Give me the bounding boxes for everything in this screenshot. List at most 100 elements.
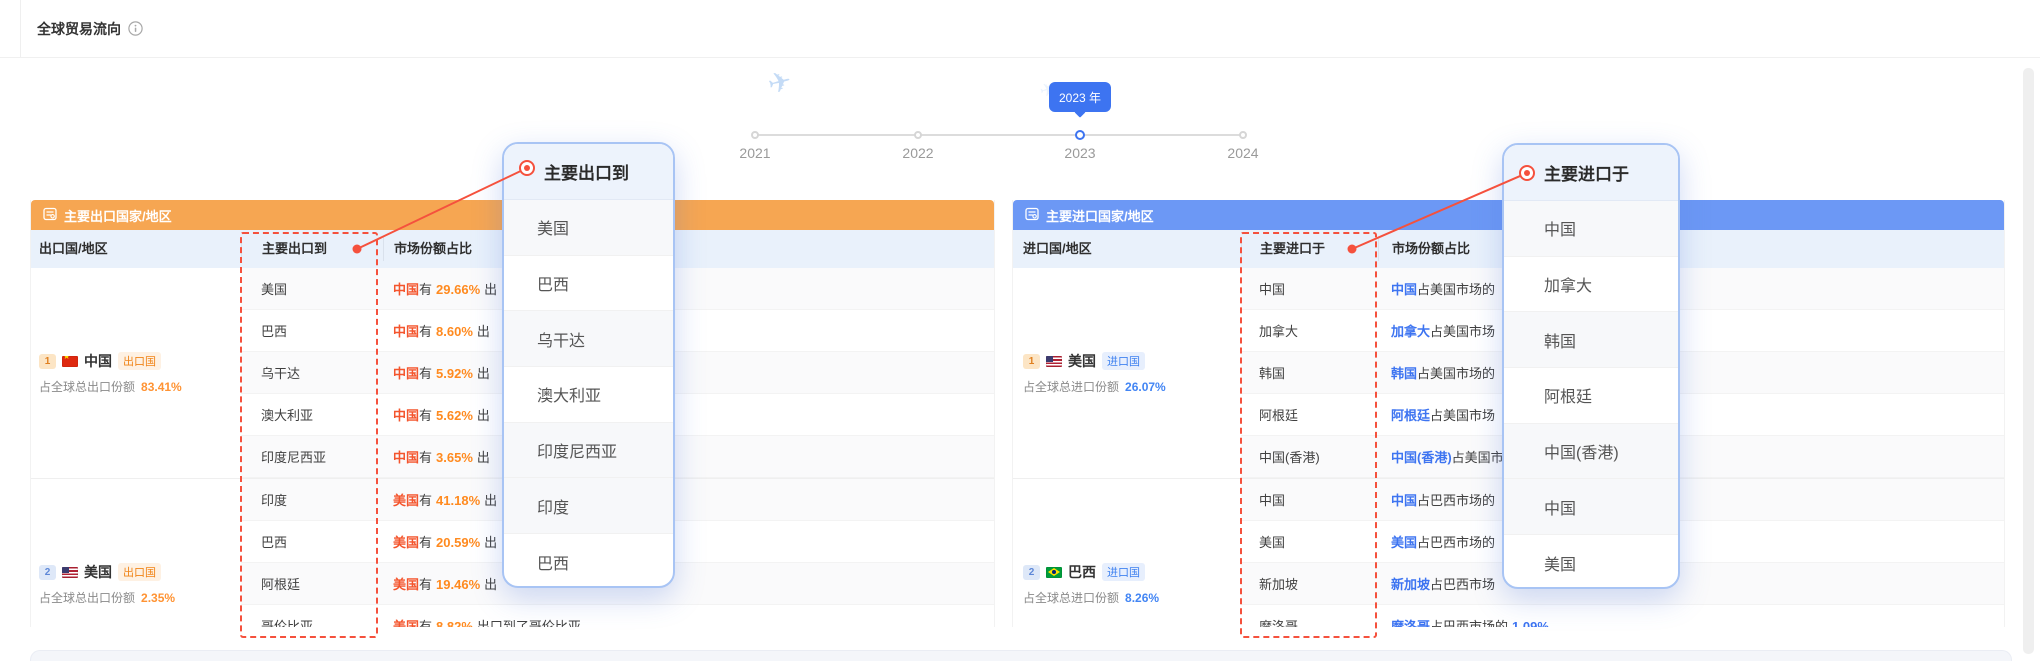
- global-share: 占全球总出口份额83.41%: [39, 378, 241, 395]
- share-cell: 韩国占美国市场的: [1378, 363, 2004, 382]
- rank-badge: 2: [1023, 565, 1040, 580]
- popup-item[interactable]: 美国: [1504, 535, 1678, 589]
- dest-cell: 阿根廷: [241, 574, 383, 593]
- col-header-market-share: 市场份额占比: [1378, 237, 2004, 261]
- next-panel-edge: [30, 650, 2012, 661]
- timeline-dot-2024[interactable]: [1239, 131, 1247, 139]
- share-cell: 中国占美国市场的: [1378, 279, 2004, 298]
- dest-cell: 乌干达: [241, 363, 383, 382]
- import-from-popup[interactable]: 主要进口于 中国 加拿大 韩国 阿根廷 中国(香港) 中国 美国: [1502, 143, 1680, 589]
- panel-left-divider: [20, 0, 21, 57]
- col-header-importer: 进口国/地区: [1013, 237, 1241, 261]
- src-cell: 摩洛哥: [1241, 616, 1378, 627]
- export-to-popup[interactable]: 主要出口到 美国 巴西 乌干达 澳大利亚 印度尼西亚 印度 巴西: [502, 142, 675, 588]
- share-cell: 中国有5.62%出: [383, 405, 994, 424]
- popup-item[interactable]: 美国: [504, 200, 673, 256]
- role-tag: 出口国: [118, 563, 161, 581]
- dest-cell: 美国: [241, 279, 383, 298]
- callout-target-icon: [1519, 165, 1535, 181]
- popup-item[interactable]: 印度尼西亚: [504, 423, 673, 479]
- export-table-title: 主要出口国家/地区: [64, 206, 172, 225]
- popup-item[interactable]: 中国: [1504, 201, 1678, 257]
- role-tag: 进口国: [1102, 563, 1145, 581]
- dest-cell: 巴西: [241, 532, 383, 551]
- table-row: 哥伦比亚 美国有8.82%出口到了哥伦比亚: [241, 605, 994, 627]
- rank-badge: 1: [39, 354, 56, 369]
- share-cell: 美国有8.82%出口到了哥伦比亚: [383, 616, 994, 627]
- popup-item[interactable]: 韩国: [1504, 312, 1678, 368]
- country-name: 中国: [84, 351, 112, 371]
- dest-cell: 巴西: [241, 321, 383, 340]
- role-tag: 进口国: [1102, 352, 1145, 370]
- china-flag-icon: [62, 356, 78, 367]
- popup-item[interactable]: 中国: [1504, 479, 1678, 535]
- dest-cell: 哥伦比亚: [241, 616, 383, 627]
- dest-cell: 印度尼西亚: [241, 447, 383, 466]
- timeline-year-label[interactable]: 2021: [723, 145, 787, 161]
- country-name: 巴西: [1068, 562, 1096, 582]
- timeline-year-label[interactable]: 2023: [1048, 145, 1112, 161]
- table-row: 摩洛哥 摩洛哥占巴西市场的1.09%: [1241, 605, 2004, 627]
- page-title-text: 全球贸易流向: [37, 19, 121, 39]
- rank-badge: 2: [39, 565, 56, 580]
- role-tag: 出口国: [118, 352, 161, 370]
- timeline-track[interactable]: [755, 134, 1243, 136]
- global-share: 占全球总出口份额2.35%: [39, 589, 241, 606]
- form-icon: [1025, 207, 1039, 224]
- timeline-dot-2023-active[interactable]: [1075, 130, 1085, 140]
- popup-item[interactable]: 巴西: [504, 256, 673, 312]
- vertical-scrollbar[interactable]: [2023, 68, 2034, 654]
- share-cell: 新加坡占巴西市场: [1378, 574, 2004, 593]
- share-cell: 阿根廷占美国市场: [1378, 405, 2004, 424]
- share-cell: 美国有41.18%出: [383, 490, 994, 509]
- src-cell: 中国: [1241, 279, 1378, 298]
- share-cell: 美国占巴西市场的: [1378, 532, 2004, 551]
- import-table-title: 主要进口国家/地区: [1046, 206, 1154, 225]
- info-icon[interactable]: [128, 21, 143, 36]
- global-share: 占全球总进口份额8.26%: [1023, 589, 1241, 606]
- col-header-market-share: 市场份额占比: [383, 237, 994, 261]
- timeline-dot-2022[interactable]: [914, 131, 922, 139]
- popup-item[interactable]: 澳大利亚: [504, 367, 673, 423]
- dest-cell: 澳大利亚: [241, 405, 383, 424]
- share-cell: 中国占巴西市场的: [1378, 490, 2004, 509]
- timeline-dot-2021[interactable]: [751, 131, 759, 139]
- col-header-exporter: 出口国/地区: [31, 237, 241, 261]
- country-name: 美国: [1068, 351, 1096, 371]
- share-cell: 摩洛哥占巴西市场的1.09%: [1378, 616, 2004, 627]
- usa-flag-icon: [62, 567, 78, 578]
- global-share: 占全球总进口份额26.07%: [1023, 378, 1241, 395]
- dest-cell: 印度: [241, 490, 383, 509]
- src-cell: 阿根廷: [1241, 405, 1378, 424]
- share-cell: 美国有20.59%出: [383, 532, 994, 551]
- share-cell: 美国有19.46%出: [383, 574, 994, 593]
- callout-target-icon: [519, 160, 535, 176]
- popup-item[interactable]: 巴西: [504, 534, 673, 588]
- popup-item[interactable]: 加拿大: [1504, 257, 1678, 313]
- popup-item[interactable]: 乌干达: [504, 311, 673, 367]
- country-name: 美国: [84, 562, 112, 582]
- popup-item[interactable]: 印度: [504, 478, 673, 534]
- col-header-export-to: 主要出口到: [241, 237, 383, 261]
- share-cell: 中国有29.66%出: [383, 279, 994, 298]
- popup-item[interactable]: 中国(香港): [1504, 424, 1678, 480]
- title-bar: 全球贸易流向: [0, 0, 2040, 58]
- src-cell: 中国(香港): [1241, 447, 1378, 466]
- share-cell: 中国有3.65%出: [383, 447, 994, 466]
- timeline-year-label[interactable]: 2022: [886, 145, 950, 161]
- src-cell: 新加坡: [1241, 574, 1378, 593]
- timeline-year-label[interactable]: 2024: [1211, 145, 1275, 161]
- country-cell: 1 中国 出口国 占全球总出口份额83.41%: [31, 268, 241, 478]
- share-cell: 加拿大占美国市场: [1378, 321, 2004, 340]
- share-cell: 中国(香港)占美国市: [1378, 447, 2004, 466]
- timeline-tooltip: 2023 年: [1049, 82, 1111, 112]
- col-header-import-from: 主要进口于: [1241, 237, 1378, 261]
- airplane-doodle-icon: ✈: [764, 64, 795, 102]
- share-cell: 中国有5.92%出: [383, 363, 994, 382]
- brazil-flag-icon: [1046, 567, 1062, 578]
- usa-flag-icon: [1046, 356, 1062, 367]
- popup-item[interactable]: 阿根廷: [1504, 368, 1678, 424]
- src-cell: 韩国: [1241, 363, 1378, 382]
- src-cell: 加拿大: [1241, 321, 1378, 340]
- global-trade-flow-panel: 全球贸易流向 ✈ ✈ 2021 2022 2023 2024 2023 年 主要…: [0, 0, 2040, 661]
